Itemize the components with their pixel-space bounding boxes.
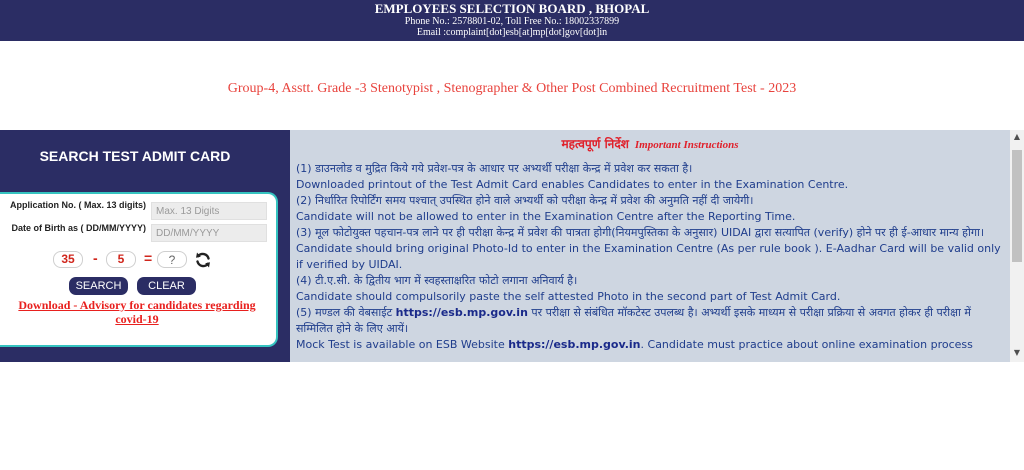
instructions-scrollbar[interactable]: ▲ ▼ <box>1010 130 1024 362</box>
instruction-2-hindi: (2) निर्धारित रिपोर्टिंग समय पश्चात् उपस… <box>296 194 754 207</box>
instruction-5-hindi-pre: (5) मण्डल की वेबसाईट <box>296 306 396 319</box>
instruction-5-hindi: (5) मण्डल की वेबसाईट https://esb.mp.gov.… <box>296 305 1006 337</box>
instruction-2-english: Candidate will not be allowed to enter i… <box>296 210 796 223</box>
application-no-input[interactable] <box>151 202 267 220</box>
search-button[interactable]: SEARCH <box>69 277 128 295</box>
instructions-body: (1) डाउनलोड व मुद्रित किये गये प्रवेश-पत… <box>296 161 1006 353</box>
instructions-panel: महत्वपूर्ण निर्देश Important Instructions… <box>290 130 1010 362</box>
instruction-5-english-pre: Mock Test is available on ESB Website <box>296 338 509 351</box>
instructions-heading-english: Important Instructions <box>634 139 739 151</box>
org-name: EMPLOYEES SELECTION BOARD , BHOPAL <box>374 1 650 16</box>
esb-website-link[interactable]: https://esb.mp.gov.in <box>396 306 528 319</box>
captcha-operator: - <box>93 250 98 266</box>
scroll-down-arrow-icon[interactable]: ▼ <box>1010 346 1024 360</box>
instruction-3-english: Candidate should bring original Photo-Id… <box>296 242 1001 271</box>
captcha-operand-b: 5 <box>106 251 136 268</box>
captcha-equals: = <box>144 250 153 266</box>
header-banner: EMPLOYEES SELECTION BOARD , BHOPAL Phone… <box>0 0 1024 41</box>
scroll-thumb[interactable] <box>1012 150 1022 262</box>
instruction-1-hindi: (1) डाउनलोड व मुद्रित किये गये प्रवेश-पत… <box>296 162 693 175</box>
instruction-4-english: Candidate should compulsorily paste the … <box>296 290 841 303</box>
page-title: Group-4, Asstt. Grade -3 Stenotypist , S… <box>227 81 797 96</box>
clear-button[interactable]: CLEAR <box>137 277 196 295</box>
refresh-icon[interactable] <box>195 252 211 268</box>
captcha-answer-input[interactable] <box>157 251 187 268</box>
scroll-up-arrow-icon[interactable]: ▲ <box>1010 130 1024 144</box>
captcha-operand-a: 35 <box>53 251 83 268</box>
application-no-label: Application No. ( Max. 13 digits) <box>9 200 146 210</box>
instruction-5-english: Mock Test is available on ESB Website ht… <box>296 337 1006 353</box>
instructions-heading: महत्वपूर्ण निर्देश Important Instructions <box>290 135 1010 152</box>
dob-label: Date of Birth as ( DD/MM/YYYY) <box>11 223 146 233</box>
search-form: Application No. ( Max. 13 digits) Date o… <box>0 192 278 347</box>
dob-input[interactable] <box>151 224 267 242</box>
contact-email: Email :complaint[dot]esb[at]mp[dot]gov[d… <box>416 27 608 38</box>
esb-website-link-2[interactable]: https://esb.mp.gov.in <box>508 338 640 351</box>
instruction-3-hindi: (3) मूल फोटोयुक्त पहचान-पत्र लाने पर ही … <box>296 226 985 239</box>
instruction-1-english: Downloaded printout of the Test Admit Ca… <box>296 178 849 191</box>
search-panel-title: SEARCH TEST ADMIT CARD <box>39 148 231 164</box>
search-panel: SEARCH TEST ADMIT CARD Application No. (… <box>0 130 290 362</box>
instruction-5-english-post: . Candidate must practice about online e… <box>640 338 973 351</box>
instructions-heading-hindi: महत्वपूर्ण निर्देश <box>561 137 629 151</box>
advisory-download-link[interactable]: Download - Advisory for candidates regar… <box>8 298 266 326</box>
instruction-4-hindi: (4) टी.ए.सी. के द्वितीय भाग में स्वहस्ता… <box>296 274 578 287</box>
contact-phone: Phone No.: 2578801-02, Toll Free No.: 18… <box>404 16 620 27</box>
